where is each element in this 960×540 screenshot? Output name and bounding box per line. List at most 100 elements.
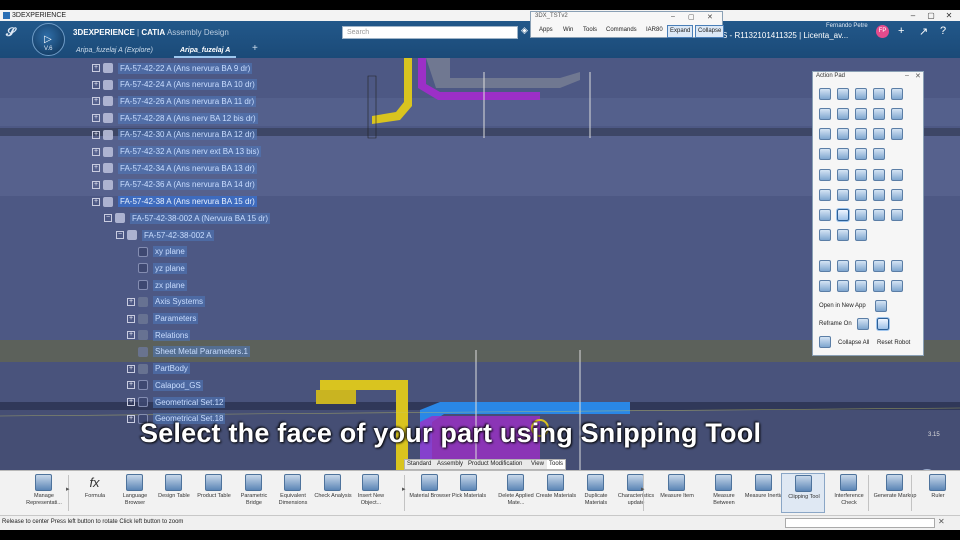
measure-between-button[interactable]: Measure Between bbox=[702, 473, 746, 513]
tab-product-modification[interactable]: Product Modification bbox=[466, 460, 524, 469]
reframe-on-label[interactable]: Reframe On bbox=[819, 321, 852, 327]
action-pad-tool-icon[interactable] bbox=[855, 280, 867, 292]
tree-node[interactable]: + FA-57-42-36 A (Ans nervura BA 14 dr) bbox=[92, 178, 257, 192]
search-input[interactable]: Search bbox=[342, 26, 518, 39]
clipping-tool-button[interactable]: Clipping Tool bbox=[781, 473, 825, 513]
maximize-icon[interactable]: ▢ bbox=[688, 13, 695, 21]
action-pad-tool-icon[interactable] bbox=[873, 88, 885, 100]
tree-node[interactable]: + Calapod_GS bbox=[127, 378, 203, 392]
tree-node[interactable]: + FA-57-42-30 A (Ans nervura BA 12 dr) bbox=[92, 128, 257, 142]
expand-icon[interactable]: + bbox=[127, 398, 135, 406]
menu-iar80[interactable]: IAR80 bbox=[644, 25, 665, 36]
equivalent-dimensions-button[interactable]: Equivalent Dimensions bbox=[271, 473, 315, 513]
action-pad-tool-icon[interactable] bbox=[819, 209, 831, 221]
play-icon[interactable]: ▷ bbox=[44, 34, 52, 45]
collapse-button[interactable]: Collapse bbox=[695, 25, 725, 38]
create-materials-button[interactable]: Create Materials bbox=[534, 473, 578, 513]
action-pad-tool-icon[interactable] bbox=[819, 169, 831, 181]
tree-node[interactable]: + Relations bbox=[127, 328, 191, 342]
tree-node-label[interactable]: FA-57-42-32 A (Ans nerv ext BA 13 bis) bbox=[118, 146, 262, 157]
expand-icon[interactable]: + bbox=[92, 197, 100, 206]
action-pad-tool-icon[interactable] bbox=[891, 88, 903, 100]
tree-node-label[interactable]: zx plane bbox=[153, 279, 187, 291]
minimize-icon[interactable]: – bbox=[906, 10, 920, 21]
tree-node[interactable]: + FA-57-42-26 A (Ans nervura BA 11 dr) bbox=[92, 94, 257, 108]
tree-node-label[interactable]: FA-57-42-38-002 A (Nervura BA 15 dr) bbox=[130, 212, 271, 224]
tree-node-label[interactable]: FA-57-42-38 A (Ans nervura BA 15 dr) bbox=[118, 196, 257, 208]
action-pad-tool-icon[interactable] bbox=[819, 88, 831, 100]
insert-new-object-button[interactable]: Insert New Object... bbox=[349, 473, 393, 513]
tab-standard[interactable]: Standard bbox=[405, 460, 433, 469]
reframe-icon[interactable] bbox=[875, 300, 887, 312]
tree-node-label[interactable]: FA-57-42-30 A (Ans nervura BA 12 dr) bbox=[118, 129, 257, 141]
tree-node[interactable]: + FA-57-42-24 A (Ans nervura BA 10 dr) bbox=[92, 78, 257, 92]
avatar[interactable]: FP bbox=[876, 25, 889, 38]
tree-node-label[interactable]: FA-57-42-38-002 A bbox=[142, 229, 214, 241]
tag-icon[interactable]: ◈ bbox=[521, 25, 528, 36]
reframe-target-icon[interactable] bbox=[877, 318, 889, 330]
tab-explore[interactable]: Aripa_fuzelaj A (Explore) bbox=[70, 43, 159, 58]
collapse-all-icon[interactable] bbox=[819, 336, 831, 348]
tree-node[interactable]: xy plane bbox=[127, 245, 187, 259]
help-icon[interactable]: ? bbox=[940, 25, 946, 37]
tree-node[interactable]: + Geometrical Set.12 bbox=[127, 395, 226, 409]
action-pad-tool-icon[interactable] bbox=[837, 148, 849, 160]
open-in-new-app-label[interactable]: Open in New App bbox=[819, 303, 866, 309]
action-pad-tool-icon[interactable] bbox=[837, 229, 849, 241]
expand-icon[interactable]: + bbox=[92, 180, 100, 189]
chevron-right-icon[interactable]: ▸ bbox=[402, 485, 406, 493]
action-pad-tool-icon[interactable] bbox=[837, 189, 849, 201]
action-pad-tool-icon[interactable] bbox=[855, 189, 867, 201]
language-browser-button[interactable]: Language Browser bbox=[113, 473, 157, 513]
action-pad-tool-icon[interactable] bbox=[873, 189, 885, 201]
close-icon[interactable]: ✕ bbox=[707, 13, 713, 21]
tree-node-label[interactable]: FA-57-42-34 A (Ans nervura BA 13 dr) bbox=[118, 162, 257, 174]
measure-inertia-button[interactable]: Measure Inertia bbox=[742, 473, 786, 513]
expand-icon[interactable]: + bbox=[127, 314, 135, 323]
action-pad-tool-icon[interactable] bbox=[819, 189, 831, 201]
action-pad-tool-icon[interactable] bbox=[891, 189, 903, 201]
action-pad-tool-icon[interactable] bbox=[873, 169, 885, 181]
pick-materials-button[interactable]: Pick Materials bbox=[447, 473, 491, 513]
expand-icon[interactable]: + bbox=[127, 414, 135, 423]
tab-tools[interactable]: Tools bbox=[547, 460, 566, 469]
expand-icon[interactable]: + bbox=[92, 164, 100, 173]
tree-node-label[interactable]: Axis Systems bbox=[153, 296, 206, 308]
tab-view[interactable]: View bbox=[529, 460, 546, 469]
action-pad-tool-icon[interactable] bbox=[819, 229, 831, 241]
ruler-button[interactable]: Ruler bbox=[916, 473, 960, 513]
material-browser-button[interactable]: Material Browser bbox=[408, 473, 452, 513]
tree-node-label[interactable]: Parameters bbox=[153, 313, 199, 324]
menu-commands[interactable]: Commands bbox=[604, 25, 639, 36]
duplicate-materials-button[interactable]: Duplicate Materials bbox=[574, 473, 618, 513]
product-table-button[interactable]: Product Table bbox=[192, 473, 236, 513]
tree-node-label[interactable]: FA-57-42-24 A (Ans nervura BA 10 dr) bbox=[118, 79, 257, 91]
tree-node-label[interactable]: FA-57-42-22 A (Ans nervura BA 9 dr) bbox=[118, 62, 253, 74]
action-pad-tool-icon[interactable] bbox=[819, 260, 831, 272]
chevron-right-icon[interactable]: ▸ bbox=[66, 485, 70, 493]
parametric-bridge-button[interactable]: Parametric Bridge bbox=[232, 473, 276, 513]
action-pad-tool-icon[interactable] bbox=[873, 128, 885, 140]
action-pad-tool-icon[interactable] bbox=[819, 108, 831, 120]
action-pad-tool-icon[interactable] bbox=[837, 108, 849, 120]
menu-tools[interactable]: Tools bbox=[581, 25, 599, 36]
tree-node-label[interactable]: Calapod_GS bbox=[153, 379, 203, 391]
action-pad-tool-icon[interactable] bbox=[855, 169, 867, 181]
action-pad-tool-icon[interactable] bbox=[891, 260, 903, 272]
expand-icon[interactable]: + bbox=[92, 114, 100, 123]
formula-button[interactable]: fx Formula bbox=[73, 473, 117, 513]
action-pad-tool-icon[interactable] bbox=[837, 169, 849, 181]
close-icon[interactable]: ✕ bbox=[915, 72, 921, 80]
action-pad-tool-icon[interactable] bbox=[891, 169, 903, 181]
action-pad-tool-icon[interactable] bbox=[891, 209, 903, 221]
action-pad-tool-icon[interactable] bbox=[873, 260, 885, 272]
expand-icon[interactable]: + bbox=[92, 97, 100, 106]
action-pad-tool-icon[interactable] bbox=[873, 280, 885, 292]
collapse-icon[interactable]: − bbox=[116, 231, 124, 239]
expand-icon[interactable]: + bbox=[127, 381, 135, 390]
add-tab-icon[interactable]: + bbox=[252, 43, 258, 54]
action-pad-tool-icon[interactable] bbox=[855, 229, 867, 241]
tree-node[interactable]: + PartBody bbox=[127, 362, 190, 376]
action-pad-tool-icon[interactable] bbox=[873, 108, 885, 120]
tree-node-label[interactable]: yz plane bbox=[153, 262, 187, 274]
